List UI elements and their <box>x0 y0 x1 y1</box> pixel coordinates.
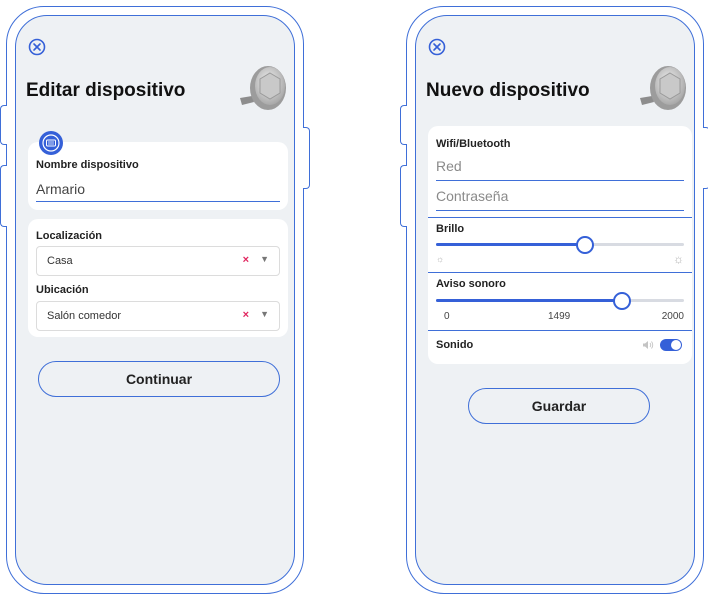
settings-card: Wifi/Bluetooth Red Contraseña Brillo ☼ ☼… <box>428 126 692 364</box>
localizacion-label: Localización <box>36 230 103 242</box>
divider <box>428 272 692 273</box>
side-button <box>303 127 310 189</box>
wifi-label: Wifi/Bluetooth <box>436 138 511 150</box>
aviso-label: Aviso sonoro <box>436 278 506 290</box>
network-input[interactable]: Red <box>436 158 462 174</box>
device-image <box>240 66 286 110</box>
name-label: Nombre dispositivo <box>36 159 139 171</box>
page-title: Nuevo dispositivo <box>426 80 590 101</box>
close-icon[interactable] <box>428 38 446 56</box>
phone-frame-edit: Editar dispositivo Nombre dispositivo Ar… <box>0 6 310 594</box>
localizacion-value: Casa <box>47 255 73 267</box>
location-card: Localización Casa × ▼ Ubicación Salón co… <box>28 219 288 337</box>
name-underline <box>36 201 280 202</box>
brillo-label: Brillo <box>436 223 465 235</box>
sun-large-icon: ☼ <box>673 252 684 266</box>
aviso-slider-fill <box>436 299 622 302</box>
brillo-slider-fill <box>436 243 585 246</box>
divider <box>428 330 692 331</box>
phone-frame-new: Nuevo dispositivo Wifi/Bluetooth Red Con… <box>400 6 708 594</box>
aviso-mid-label: 1499 <box>548 311 571 322</box>
ubicacion-value: Salón comedor <box>47 310 121 322</box>
password-underline <box>436 210 684 211</box>
divider <box>428 217 692 218</box>
sun-small-icon: ☼ <box>436 254 445 264</box>
chevron-down-icon[interactable]: ▼ <box>260 254 269 264</box>
page-title: Editar dispositivo <box>26 80 186 101</box>
router-badge-icon <box>39 131 63 155</box>
screen-new-device: Nuevo dispositivo Wifi/Bluetooth Red Con… <box>415 15 695 585</box>
side-button <box>0 165 7 227</box>
save-button[interactable]: Guardar <box>468 388 650 424</box>
name-card: Nombre dispositivo Armario <box>28 142 288 210</box>
close-icon[interactable] <box>28 38 46 56</box>
ubicacion-label: Ubicación <box>36 284 89 296</box>
localizacion-select[interactable]: Casa × ▼ <box>36 246 280 276</box>
aviso-max-label: 2000 <box>661 311 684 322</box>
toggle-knob <box>671 340 681 350</box>
password-input[interactable]: Contraseña <box>436 188 508 204</box>
aviso-slider-thumb[interactable] <box>612 291 631 310</box>
chevron-down-icon[interactable]: ▼ <box>260 309 269 319</box>
side-button <box>400 105 407 145</box>
side-button <box>400 165 407 227</box>
clear-icon[interactable]: × <box>243 309 249 321</box>
device-image <box>640 66 686 110</box>
sonido-toggle[interactable] <box>660 339 682 351</box>
aviso-min-label: 0 <box>444 311 450 322</box>
continue-button[interactable]: Continuar <box>38 361 280 397</box>
aviso-slider[interactable] <box>436 291 684 310</box>
name-input[interactable]: Armario <box>36 181 85 197</box>
ubicacion-select[interactable]: Salón comedor × ▼ <box>36 301 280 331</box>
speaker-icon <box>643 341 654 349</box>
side-button <box>0 105 7 145</box>
network-underline <box>436 180 684 181</box>
sonido-label: Sonido <box>436 339 474 351</box>
brillo-slider[interactable] <box>436 235 684 254</box>
side-button <box>703 127 708 189</box>
screen-edit-device: Editar dispositivo Nombre dispositivo Ar… <box>15 15 295 585</box>
brillo-slider-thumb[interactable] <box>575 235 594 254</box>
clear-icon[interactable]: × <box>243 254 249 266</box>
